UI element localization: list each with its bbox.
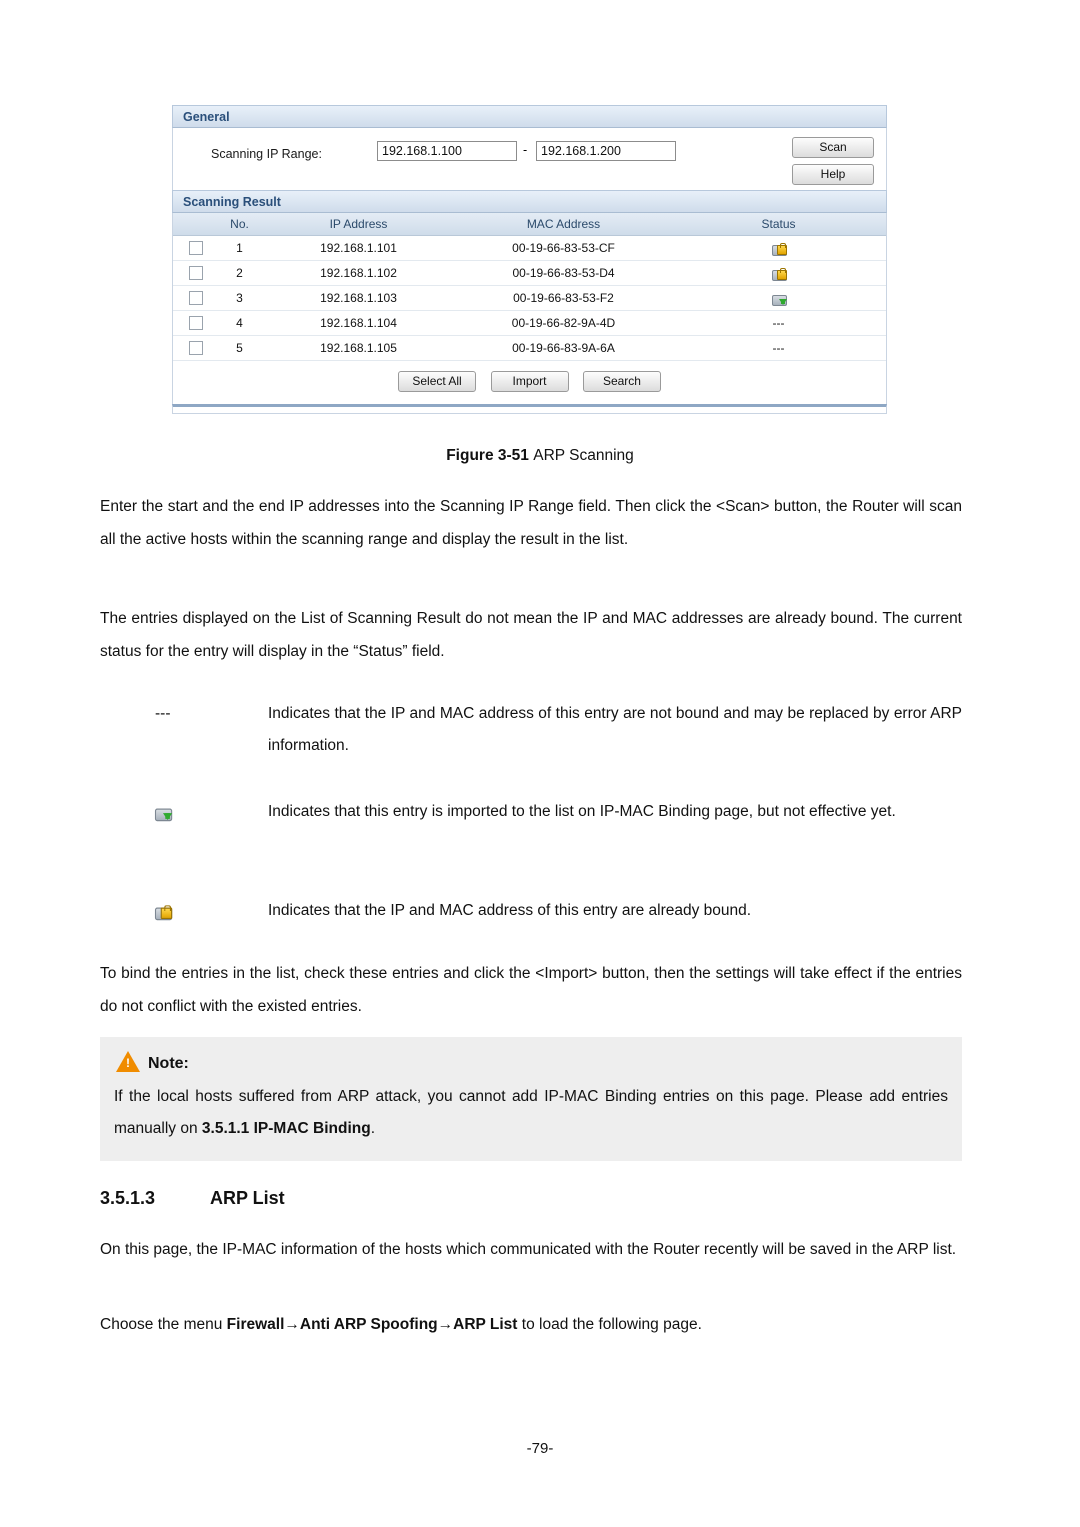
menu-path-suffix: to load the following page. bbox=[517, 1316, 702, 1333]
row-status: --- bbox=[671, 335, 886, 361]
imported-arrow-icon bbox=[154, 796, 215, 828]
figure-arp-scanning: General Scanning IP Range: - Scan Help S… bbox=[172, 105, 887, 414]
header-status: Status bbox=[671, 213, 886, 236]
paragraph-status-explanation: The entries displayed on the List of Sca… bbox=[100, 610, 962, 660]
bound-lock-icon bbox=[771, 265, 787, 281]
imported-arrow-icon bbox=[771, 290, 787, 306]
row-status: --- bbox=[671, 310, 886, 336]
bound-lock-icon bbox=[771, 240, 787, 256]
row-checkbox[interactable] bbox=[188, 316, 203, 331]
row-checkbox-cell[interactable] bbox=[173, 310, 218, 336]
row-mac: 00-19-66-83-53-F2 bbox=[456, 285, 671, 311]
scan-button[interactable]: Scan bbox=[792, 137, 874, 158]
row-ip: 192.168.1.105 bbox=[261, 335, 456, 361]
table-action-buttons: Select All Import Search bbox=[172, 361, 887, 404]
table-row[interactable]: 4 192.168.1.104 00-19-66-82-9A-4D --- bbox=[173, 310, 886, 336]
table-row[interactable]: 1 192.168.1.101 00-19-66-83-53-CF bbox=[173, 235, 886, 261]
row-ip: 192.168.1.101 bbox=[261, 235, 456, 261]
header-no: No. bbox=[218, 213, 261, 236]
row-checkbox-cell[interactable] bbox=[173, 260, 218, 286]
select-all-button[interactable]: Select All bbox=[398, 371, 477, 392]
figure-caption: Figure 3-51 ARP Scanning bbox=[0, 447, 1080, 465]
row-checkbox[interactable] bbox=[188, 266, 203, 281]
section-heading: 3.5.1.3 ARP List bbox=[100, 1188, 962, 1209]
bound-lock-icon bbox=[154, 895, 215, 927]
row-mac: 00-19-66-83-53-D4 bbox=[456, 260, 671, 286]
help-button[interactable]: Help bbox=[792, 164, 874, 185]
section-title: ARP List bbox=[210, 1188, 285, 1208]
paragraph-scan-instructions: Enter the start and the end IP addresses… bbox=[100, 498, 962, 548]
warning-icon bbox=[116, 1051, 140, 1072]
scanning-ip-start-input[interactable] bbox=[377, 141, 517, 161]
row-status bbox=[671, 285, 886, 311]
search-button[interactable]: Search bbox=[582, 371, 661, 392]
row-checkbox[interactable] bbox=[188, 241, 203, 256]
table-header-row: No. IP Address MAC Address Status bbox=[173, 213, 886, 236]
scanning-ip-end-input[interactable] bbox=[536, 141, 676, 161]
row-ip: 192.168.1.102 bbox=[261, 260, 456, 286]
header-ip-address: IP Address bbox=[261, 213, 456, 236]
page-footer: -79- bbox=[526, 1440, 554, 1457]
note-text-bold: 3.5.1.1 IP-MAC Binding bbox=[201, 1120, 371, 1137]
legend-item-bound: Indicates that the IP and MAC address of… bbox=[100, 895, 962, 927]
note-text-part2: . bbox=[370, 1120, 376, 1137]
table-row[interactable]: 3 192.168.1.103 00-19-66-83-53-F2 bbox=[173, 285, 886, 311]
row-no: 2 bbox=[218, 260, 261, 286]
row-mac: 00-19-66-83-9A-6A bbox=[456, 335, 671, 361]
general-section-title: General bbox=[172, 105, 887, 128]
scanning-result-table: No. IP Address MAC Address Status 1 192.… bbox=[173, 213, 886, 361]
scanning-result-section-title: Scanning Result bbox=[172, 190, 887, 213]
document-page: General Scanning IP Range: - Scan Help S… bbox=[0, 0, 1080, 1527]
menu-path-prefix: Choose the menu bbox=[100, 1316, 227, 1333]
legend-dash-mark: --- bbox=[155, 705, 171, 722]
note-title: Note: bbox=[148, 1055, 189, 1072]
bound-lock-icon-glyph bbox=[154, 902, 173, 921]
note-box: Note: If the local hosts suffered from A… bbox=[100, 1037, 962, 1161]
header-checkbox-cell bbox=[173, 213, 218, 236]
table-row[interactable]: 2 192.168.1.102 00-19-66-83-53-D4 bbox=[173, 260, 886, 286]
row-checkbox[interactable] bbox=[188, 291, 203, 306]
paragraph-arp-list-intro: On this page, the IP-MAC information of … bbox=[100, 1241, 957, 1258]
legend-item-imported: Indicates that this entry is imported to… bbox=[100, 796, 962, 828]
import-button[interactable]: Import bbox=[490, 371, 569, 392]
row-ip: 192.168.1.104 bbox=[261, 310, 456, 336]
row-status bbox=[671, 260, 886, 286]
legend-imported-text: Indicates that this entry is imported to… bbox=[268, 803, 896, 820]
row-no: 3 bbox=[218, 285, 261, 311]
legend-dash-text: Indicates that the IP and MAC address of… bbox=[268, 705, 962, 754]
note-header: Note: bbox=[116, 1051, 948, 1073]
row-checkbox-cell[interactable] bbox=[173, 335, 218, 361]
row-no: 5 bbox=[218, 335, 261, 361]
header-mac-address: MAC Address bbox=[456, 213, 671, 236]
table-row[interactable]: 5 192.168.1.105 00-19-66-83-9A-6A --- bbox=[173, 335, 886, 361]
figure-caption-number: Figure 3-51 bbox=[446, 447, 529, 464]
row-checkbox-cell[interactable] bbox=[173, 235, 218, 261]
row-checkbox-cell[interactable] bbox=[173, 285, 218, 311]
general-section-body: Scanning IP Range: - Scan Help bbox=[172, 128, 887, 190]
paragraph-import-instructions: To bind the entries in the list, check t… bbox=[100, 965, 962, 1015]
row-mac: 00-19-66-83-53-CF bbox=[456, 235, 671, 261]
row-no: 4 bbox=[218, 310, 261, 336]
row-status bbox=[671, 235, 886, 261]
row-no: 1 bbox=[218, 235, 261, 261]
legend-item-unbound: --- Indicates that the IP and MAC addres… bbox=[100, 698, 962, 762]
section-number: 3.5.1.3 bbox=[100, 1188, 156, 1208]
scanning-result-table-wrap: No. IP Address MAC Address Status 1 192.… bbox=[172, 213, 887, 361]
note-body: If the local hosts suffered from ARP att… bbox=[114, 1081, 948, 1145]
row-ip: 192.168.1.103 bbox=[261, 285, 456, 311]
row-checkbox[interactable] bbox=[188, 341, 203, 356]
menu-path-bold: Firewall→Anti ARP Spoofing→ARP List bbox=[226, 1316, 518, 1333]
figure-caption-text: ARP Scanning bbox=[533, 447, 634, 464]
ip-range-dash: - bbox=[523, 143, 528, 157]
imported-arrow-icon-glyph bbox=[154, 803, 173, 822]
scanning-ip-range-label: Scanning IP Range: bbox=[211, 147, 322, 161]
paragraph-menu-path: Choose the menu Firewall→Anti ARP Spoofi… bbox=[100, 1308, 962, 1341]
row-mac: 00-19-66-82-9A-4D bbox=[456, 310, 671, 336]
legend-bound-text: Indicates that the IP and MAC address of… bbox=[268, 902, 752, 919]
figure-bottom-rule bbox=[172, 404, 887, 414]
